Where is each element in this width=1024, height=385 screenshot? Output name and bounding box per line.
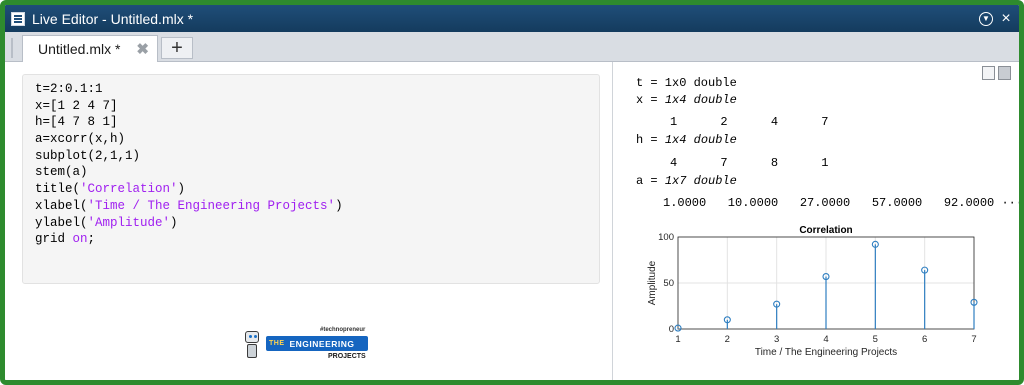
tab-label: Untitled.mlx * — [38, 41, 121, 57]
output-a-header: a = 1x7 double — [636, 174, 737, 188]
tab-untitled[interactable]: Untitled.mlx * ✖ — [22, 35, 158, 62]
x-tick-label: 4 — [823, 334, 828, 345]
output-x-label: x = — [636, 93, 665, 107]
live-editor-app-icon — [11, 11, 25, 26]
code-line: a=xcorr(x,h) — [35, 132, 126, 147]
code-line: h=[4 7 8 1] — [35, 115, 118, 130]
y-tick-label: 50 — [663, 278, 674, 289]
code-line: stem(a) — [35, 165, 88, 180]
output-a-values: 1.0000 10.0000 27.0000 57.0000 92.0000 ·… — [663, 196, 1019, 210]
x-tick-label: 3 — [774, 334, 779, 345]
logo-banner: THE ENGINEERING — [266, 336, 368, 351]
add-tab-button[interactable]: + — [161, 37, 193, 59]
x-axis-label: Time / The Engineering Projects — [755, 347, 897, 358]
plot-svg: 1 2 3 4 5 6 7 0 50 100 Correlation Time / The Engin… — [647, 225, 978, 358]
code-line: t=2:0.1:1 — [35, 82, 103, 96]
output-t: t = 1x0 double — [636, 76, 737, 90]
code-line: x=[1 2 4 7] — [35, 98, 118, 113]
logo-the: THE — [269, 340, 285, 347]
chevron-down-circle-icon[interactable]: ▼ — [979, 11, 993, 26]
output-more-icon[interactable]: ··· — [1001, 196, 1019, 210]
editor-content: t=2:0.1:1 x=[1 2 4 7] h=[4 7 8 1] a=xcor… — [5, 62, 1019, 380]
tab-close-icon[interactable]: ✖ — [136, 40, 149, 58]
code-line: title('Correlation') — [35, 182, 186, 197]
code-line: xlabel('Time / The Engineering Projects'… — [35, 198, 343, 213]
live-editor-window: Live Editor - Untitled.mlx * ▼ × Untitle… — [0, 0, 1024, 385]
tab-bar: Untitled.mlx * ✖ + — [5, 32, 1019, 62]
output-x-header: x = 1x4 double — [636, 93, 737, 107]
logo-main-text: ENGINEERING — [289, 338, 355, 349]
y-tick-label: 100 — [658, 232, 674, 243]
x-tick-label: 2 — [725, 334, 730, 345]
output-h-values: 4 7 8 1 — [670, 156, 829, 170]
x-tick-label: 1 — [675, 334, 680, 345]
code-line: grid on; — [35, 232, 96, 247]
output-h-label: h = — [636, 133, 665, 147]
output-inline-icon[interactable] — [982, 66, 995, 80]
output-a-label: a = — [636, 174, 665, 188]
y-axis-label: Amplitude — [647, 260, 658, 305]
code-line: subplot(2,1,1) — [35, 148, 141, 163]
close-icon[interactable]: × — [999, 10, 1013, 26]
correlation-plot[interactable]: 1 2 3 4 5 6 7 0 50 100 Correlation Time / The Engin… — [635, 220, 985, 365]
logo-tagline: #technopreneur — [320, 327, 366, 333]
output-a-type: 1x7 double — [664, 174, 737, 188]
x-tick-label: 7 — [971, 334, 976, 345]
output-right-icon[interactable] — [998, 66, 1011, 80]
output-x-type: 1x4 double — [664, 93, 737, 107]
menu-glyph: ▼ — [982, 13, 990, 23]
title-bar: Live Editor - Untitled.mlx * ▼ × — [5, 5, 1019, 32]
output-a-nums: 1.0000 10.0000 27.0000 57.0000 92.0000 — [663, 196, 995, 210]
tab-bar-edge — [11, 38, 13, 58]
title-controls: ▼ × — [979, 10, 1013, 26]
engineering-projects-logo: #technopreneur THE ENGINEERING PROJECTS — [240, 325, 370, 365]
window-title: Live Editor - Untitled.mlx * — [32, 10, 194, 27]
robot-icon — [243, 331, 261, 359]
y-tick-label: 0 — [669, 324, 674, 335]
x-tick-label: 5 — [873, 334, 878, 345]
logo-sub: PROJECTS — [328, 353, 366, 360]
output-divider[interactable] — [612, 62, 613, 380]
code-line: ylabel('Amplitude') — [35, 215, 178, 230]
code-editor[interactable]: t=2:0.1:1 x=[1 2 4 7] h=[4 7 8 1] a=xcor… — [22, 74, 600, 284]
chart-title: Correlation — [799, 225, 852, 236]
output-view-toggles — [982, 66, 1011, 80]
output-x-values: 1 2 4 7 — [670, 115, 829, 129]
output-h-type: 1x4 double — [664, 133, 737, 147]
output-h-header: h = 1x4 double — [636, 133, 737, 147]
x-tick-label: 6 — [922, 334, 927, 345]
